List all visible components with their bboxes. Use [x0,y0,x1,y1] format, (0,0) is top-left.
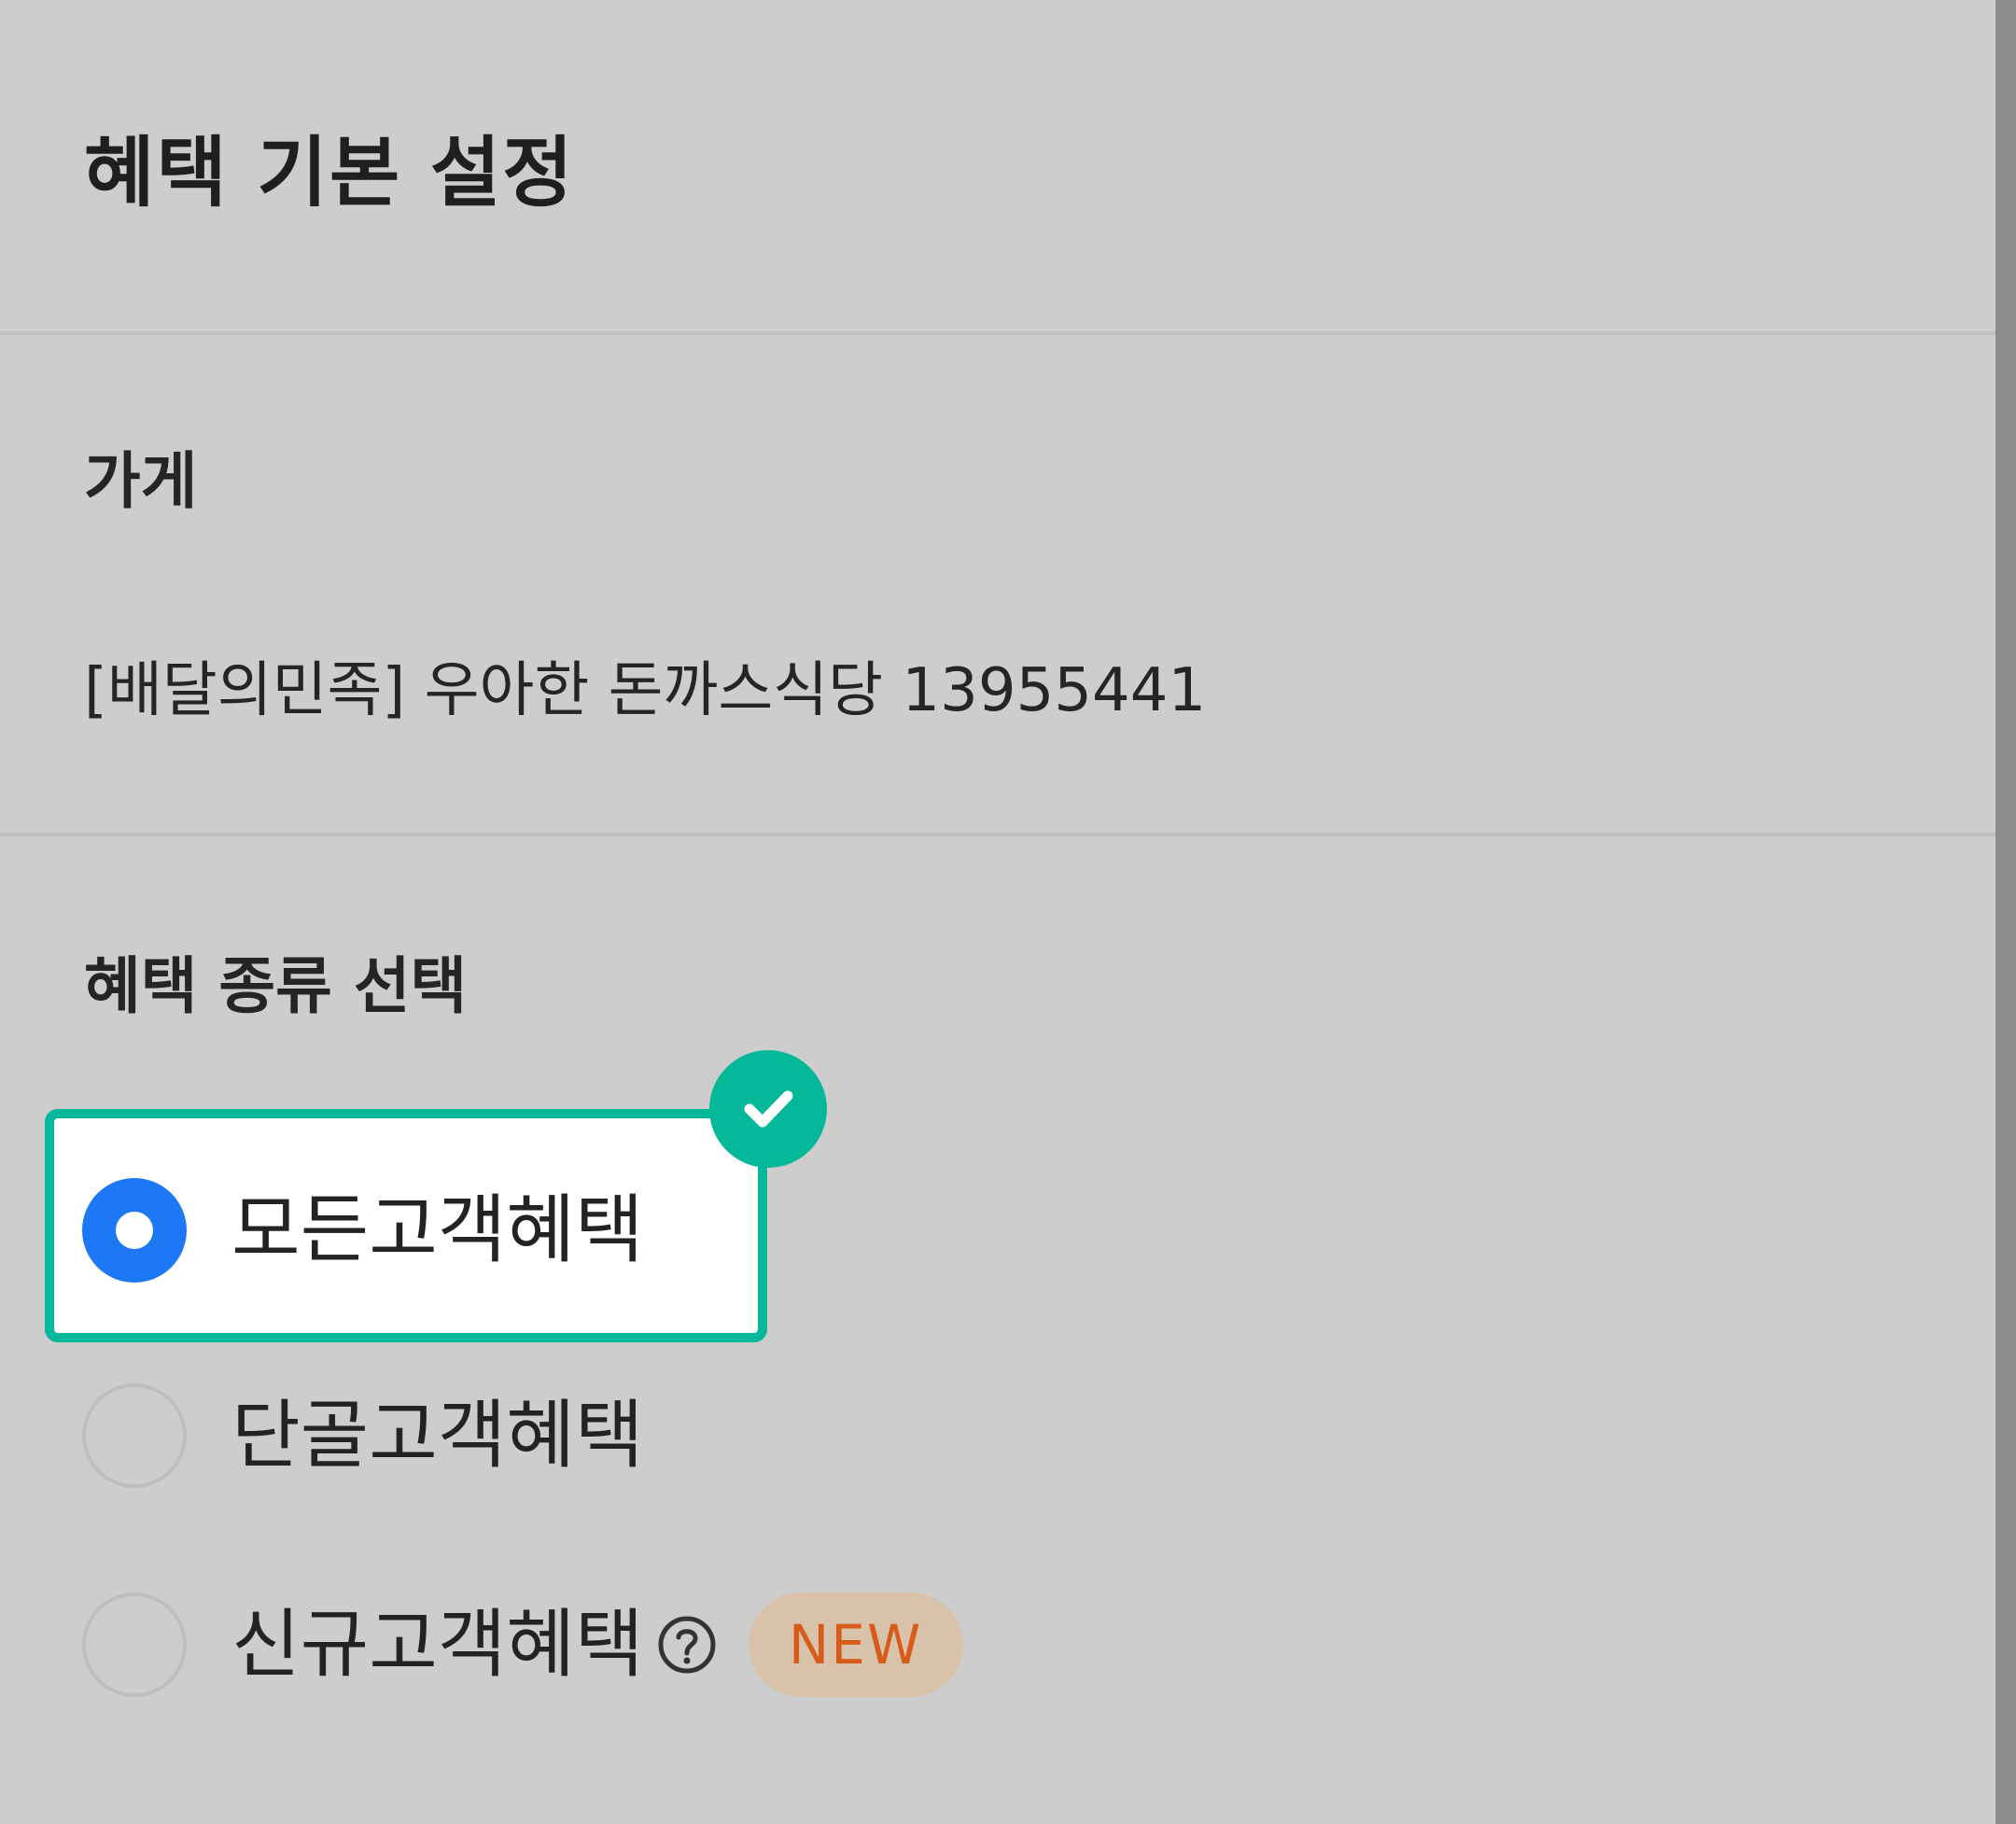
benefit-option-new-customers[interactable]: 신규고객혜택 NEW [82,1592,963,1697]
page-title: 혜택 기본 설정 [84,129,575,217]
benefit-type-label: 혜택 종류 선택 [84,950,468,1022]
section-divider [0,331,1995,335]
radio-selected-icon[interactable] [82,1178,187,1283]
benefit-option-all-customers[interactable]: 모든고객혜택 [82,1178,922,1283]
section-divider [0,833,1995,836]
benefit-settings-page: 혜택 기본 설정 가게 [배달의민족] 우아한 돈까스식당 13955441 혜… [0,0,2016,1824]
radio-unselected-icon[interactable] [82,1592,187,1697]
question-circle-icon[interactable] [655,1613,719,1677]
right-edge-shadow [1995,0,2016,1824]
checkmark-icon [709,1050,827,1168]
benefit-option-regular-customers[interactable]: 단골고객혜택 [82,1383,922,1488]
option-label-new-customers: 신규고객혜택 [231,1601,644,1688]
radio-unselected-icon[interactable] [82,1383,187,1488]
new-badge: NEW [748,1592,963,1697]
option-label-all-customers: 모든고객혜택 [231,1186,644,1273]
store-label: 가게 [84,445,198,517]
option-label-regular-customers: 단골고객혜택 [231,1392,644,1479]
store-value: [배달의민족] 우아한 돈까스식당 13955441 [84,656,1207,725]
